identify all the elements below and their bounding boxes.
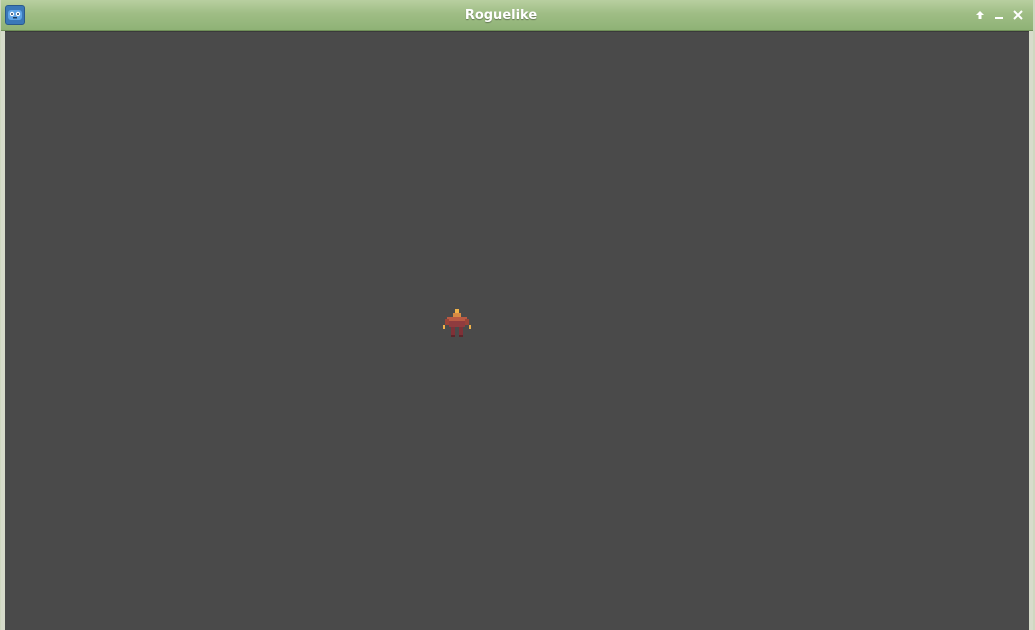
window-controls <box>973 8 1025 22</box>
player-character-icon <box>441 309 473 341</box>
minimize-icon[interactable] <box>992 8 1006 22</box>
close-icon[interactable] <box>1011 8 1025 22</box>
window-title: Roguelike <box>464 8 538 23</box>
titlebar[interactable]: Roguelike <box>1 0 1033 31</box>
game-window: Roguelike <box>0 0 1035 630</box>
maximize-icon[interactable] <box>973 8 987 22</box>
game-viewport[interactable] <box>5 31 1029 630</box>
